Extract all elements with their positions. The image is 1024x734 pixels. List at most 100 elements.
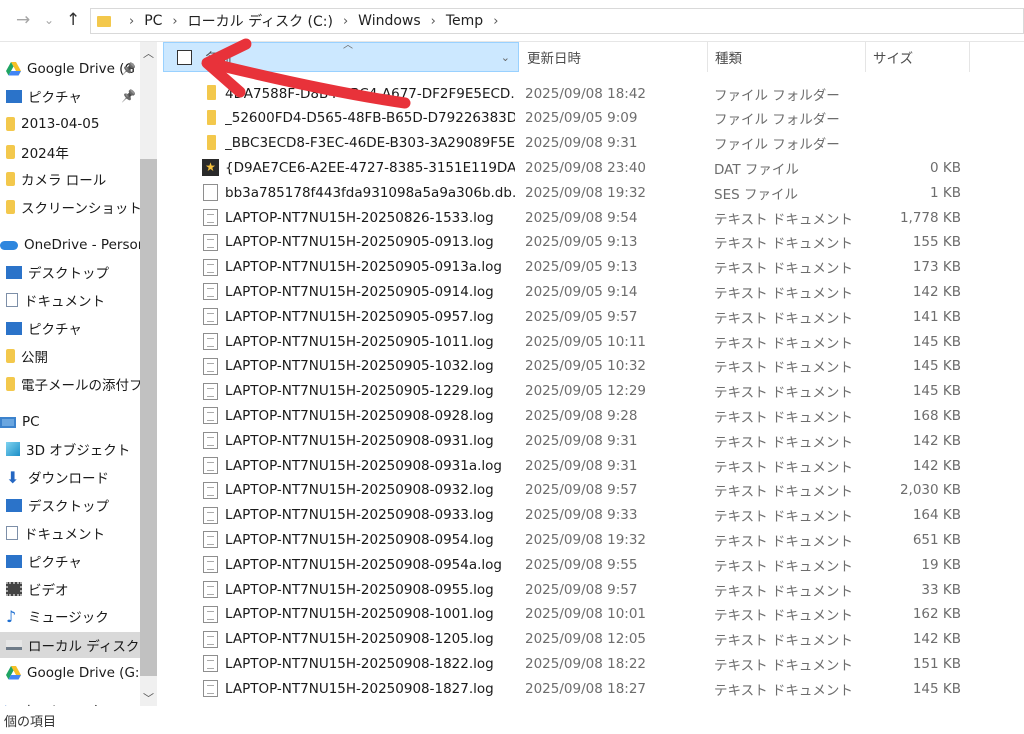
- column-divider[interactable]: [865, 42, 866, 72]
- text-document-icon: [203, 233, 218, 251]
- file-name: LAPTOP-NT7NU15H-20250908-1205.log: [225, 631, 494, 648]
- file-row[interactable]: LAPTOP-NT7NU15H-20250908-0954.log 2025/09…: [163, 527, 1003, 552]
- chevron-right-icon[interactable]: ›: [493, 14, 498, 29]
- file-row[interactable]: LAPTOP-NT7NU15H-20250905-0914.log 2025/09…: [163, 279, 1003, 304]
- file-row[interactable]: LAPTOP-NT7NU15H-20250905-1032.log 2025/09…: [163, 354, 1003, 379]
- sidebar-item[interactable]: ピクチャ 📌: [0, 83, 140, 109]
- sidebar-item-label: カメラ ロール: [21, 173, 107, 189]
- pin-icon: 📌: [121, 89, 136, 103]
- scroll-up-icon[interactable]: ︿: [143, 45, 154, 61]
- column-header-type[interactable]: 種類: [715, 42, 742, 72]
- sidebar-item[interactable]: ビデオ: [0, 576, 140, 602]
- file-name: LAPTOP-NT7NU15H-20250908-0931a.log: [225, 457, 502, 474]
- scroll-down-icon[interactable]: ﹀: [143, 690, 154, 706]
- file-row[interactable]: 4DA7588F-D8B4-4BC4-A677-DF2F9E5ECD... 202…: [163, 81, 1003, 106]
- sidebar-item[interactable]: ⬇ ダウンロード: [0, 464, 140, 490]
- sidebar-item[interactable]: PC: [0, 409, 140, 435]
- breadcrumb-local-disk[interactable]: ローカル ディスク (C:): [188, 11, 333, 31]
- column-header-date[interactable]: 更新日時: [527, 42, 581, 72]
- sidebar-item-label: デスクトップ: [28, 266, 109, 282]
- file-row[interactable]: LAPTOP-NT7NU15H-20250908-0955.log 2025/09…: [163, 577, 1003, 602]
- file-row[interactable]: _52600FD4-D565-48FB-B65D-D79226383D... 20…: [163, 106, 1003, 131]
- file-row[interactable]: LAPTOP-NT7NU15H-20250908-1827.log 2025/09…: [163, 676, 1003, 701]
- file-row[interactable]: LAPTOP-NT7NU15H-20250905-1229.log 2025/09…: [163, 379, 1003, 404]
- file-type: テキスト ドキュメント: [714, 360, 853, 377]
- sidebar-item-label: ドキュメント: [24, 294, 105, 310]
- sidebar-item[interactable]: ピクチャ: [0, 315, 140, 341]
- chevron-right-icon[interactable]: ›: [172, 14, 177, 29]
- file-modified-date: 2025/09/08 9:31: [525, 432, 638, 449]
- sidebar-item[interactable]: Google Drive (G 📌: [0, 56, 140, 82]
- sidebar-item[interactable]: ♪ ミュージック: [0, 603, 140, 629]
- file-row[interactable]: LAPTOP-NT7NU15H-20250908-0931.log 2025/09…: [163, 428, 1003, 453]
- sidebar-item[interactable]: ◈ネットワーク: [0, 697, 140, 706]
- chevron-right-icon[interactable]: ›: [129, 14, 134, 29]
- recent-locations-chevron-icon[interactable]: ⌄: [44, 13, 54, 27]
- folder-icon: [6, 172, 15, 186]
- file-row[interactable]: LAPTOP-NT7NU15H-20250826-1533.log 2025/09…: [163, 205, 1003, 230]
- file-row[interactable]: LAPTOP-NT7NU15H-20250905-0913.log 2025/09…: [163, 230, 1003, 255]
- sidebar-item[interactable]: Google Drive (G:): [0, 660, 140, 686]
- pin-icon: 📌: [121, 62, 136, 76]
- folder-icon: [6, 200, 15, 214]
- sidebar-item-label: ビデオ: [28, 583, 69, 599]
- column-divider[interactable]: [969, 42, 970, 72]
- file-row[interactable]: LAPTOP-NT7NU15H-20250908-0932.log 2025/09…: [163, 478, 1003, 503]
- file-row[interactable]: LAPTOP-NT7NU15H-20250905-1011.log 2025/09…: [163, 329, 1003, 354]
- navigation-pane-scroll-thumb[interactable]: [140, 159, 157, 676]
- sidebar-item[interactable]: ローカル ディスク (C:): [0, 632, 140, 658]
- chevron-right-icon[interactable]: ›: [343, 14, 348, 29]
- file-row[interactable]: LAPTOP-NT7NU15H-20250908-1205.log 2025/09…: [163, 627, 1003, 652]
- up-arrow-icon[interactable]: ↑: [66, 10, 80, 30]
- column-header-size[interactable]: サイズ: [873, 42, 913, 72]
- sidebar-item[interactable]: ドキュメント: [0, 520, 140, 546]
- file-row[interactable]: bb3a785178f443fda931098a5a9a306b.db.ses 2…: [163, 180, 1003, 205]
- pictures-icon: [6, 89, 22, 103]
- file-row[interactable]: LAPTOP-NT7NU15H-20250905-0913a.log 2025/0…: [163, 255, 1003, 280]
- sidebar-item[interactable]: デスクトップ: [0, 259, 140, 285]
- file-size: 142 KB: [912, 432, 961, 449]
- file-row[interactable]: LAPTOP-NT7NU15H-20250905-0957.log 2025/09…: [163, 304, 1003, 329]
- breadcrumb-pc[interactable]: PC: [144, 13, 162, 29]
- sidebar-item[interactable]: カメラ ロール: [0, 166, 140, 192]
- breadcrumb-temp[interactable]: Temp: [446, 13, 483, 29]
- desktop-icon: [6, 498, 22, 512]
- sidebar-item[interactable]: ドキュメント: [0, 287, 140, 313]
- column-dropdown-icon[interactable]: ⌄: [501, 51, 510, 64]
- file-row[interactable]: LAPTOP-NT7NU15H-20250908-0928.log 2025/09…: [163, 403, 1003, 428]
- sidebar-item[interactable]: 2013-04-05: [0, 111, 140, 137]
- local-disk-icon: [6, 640, 22, 650]
- breadcrumb-windows[interactable]: Windows: [358, 13, 421, 29]
- sidebar-item-label: Google Drive (G: [27, 61, 135, 77]
- column-divider[interactable]: [707, 42, 708, 72]
- sidebar-item[interactable]: 3D オブジェクト: [0, 436, 140, 462]
- text-document-icon: [203, 209, 218, 226]
- column-header-name[interactable]: 名前 ⌄: [163, 42, 519, 72]
- sidebar-item[interactable]: スクリーンショット: [0, 194, 140, 220]
- file-name: LAPTOP-NT7NU15H-20250908-0954a.log: [225, 556, 502, 573]
- sidebar-item[interactable]: 電子メールの添付フ: [0, 371, 140, 397]
- file-row[interactable]: LAPTOP-NT7NU15H-20250908-1001.log 2025/09…: [163, 602, 1003, 627]
- sidebar-item[interactable]: デスクトップ: [0, 492, 140, 518]
- file-row[interactable]: LAPTOP-NT7NU15H-20250908-1822.log 2025/09…: [163, 651, 1003, 676]
- file-row[interactable]: LAPTOP-NT7NU15H-20250908-0931a.log 2025/0…: [163, 453, 1003, 478]
- forward-arrow-icon[interactable]: →: [16, 10, 30, 30]
- file-row[interactable]: LAPTOP-NT7NU15H-20250908-0933.log 2025/09…: [163, 503, 1003, 528]
- sidebar-item[interactable]: 公開: [0, 343, 140, 369]
- onedrive-cloud-icon: [0, 240, 18, 250]
- file-size: 1 KB: [930, 184, 961, 201]
- chevron-right-icon[interactable]: ›: [431, 14, 436, 29]
- address-bar[interactable]: › PC › ローカル ディスク (C:) › Windows › Temp ›: [90, 8, 1024, 34]
- file-row[interactable]: LAPTOP-NT7NU15H-20250908-0954a.log 2025/0…: [163, 552, 1003, 577]
- sidebar-item-label: 3D オブジェクト: [26, 443, 131, 459]
- sidebar-item[interactable]: OneDrive - Persona: [0, 232, 140, 258]
- text-document-icon: [203, 333, 218, 350]
- select-all-checkbox[interactable]: [177, 49, 192, 65]
- sidebar-item[interactable]: ピクチャ: [0, 548, 140, 574]
- sidebar-item[interactable]: 2024年: [0, 139, 140, 165]
- file-modified-date: 2025/09/08 10:01: [525, 606, 647, 623]
- file-list-scrollbar[interactable]: [1008, 42, 1024, 706]
- file-row[interactable]: ★ {D9AE7CE6-A2EE-4727-8385-3151E119DAD...…: [163, 155, 1003, 180]
- file-row[interactable]: _BBC3ECD8-F3EC-46DE-B303-3A29089F5EE9 202…: [163, 131, 1003, 156]
- pictures-icon: [6, 321, 22, 335]
